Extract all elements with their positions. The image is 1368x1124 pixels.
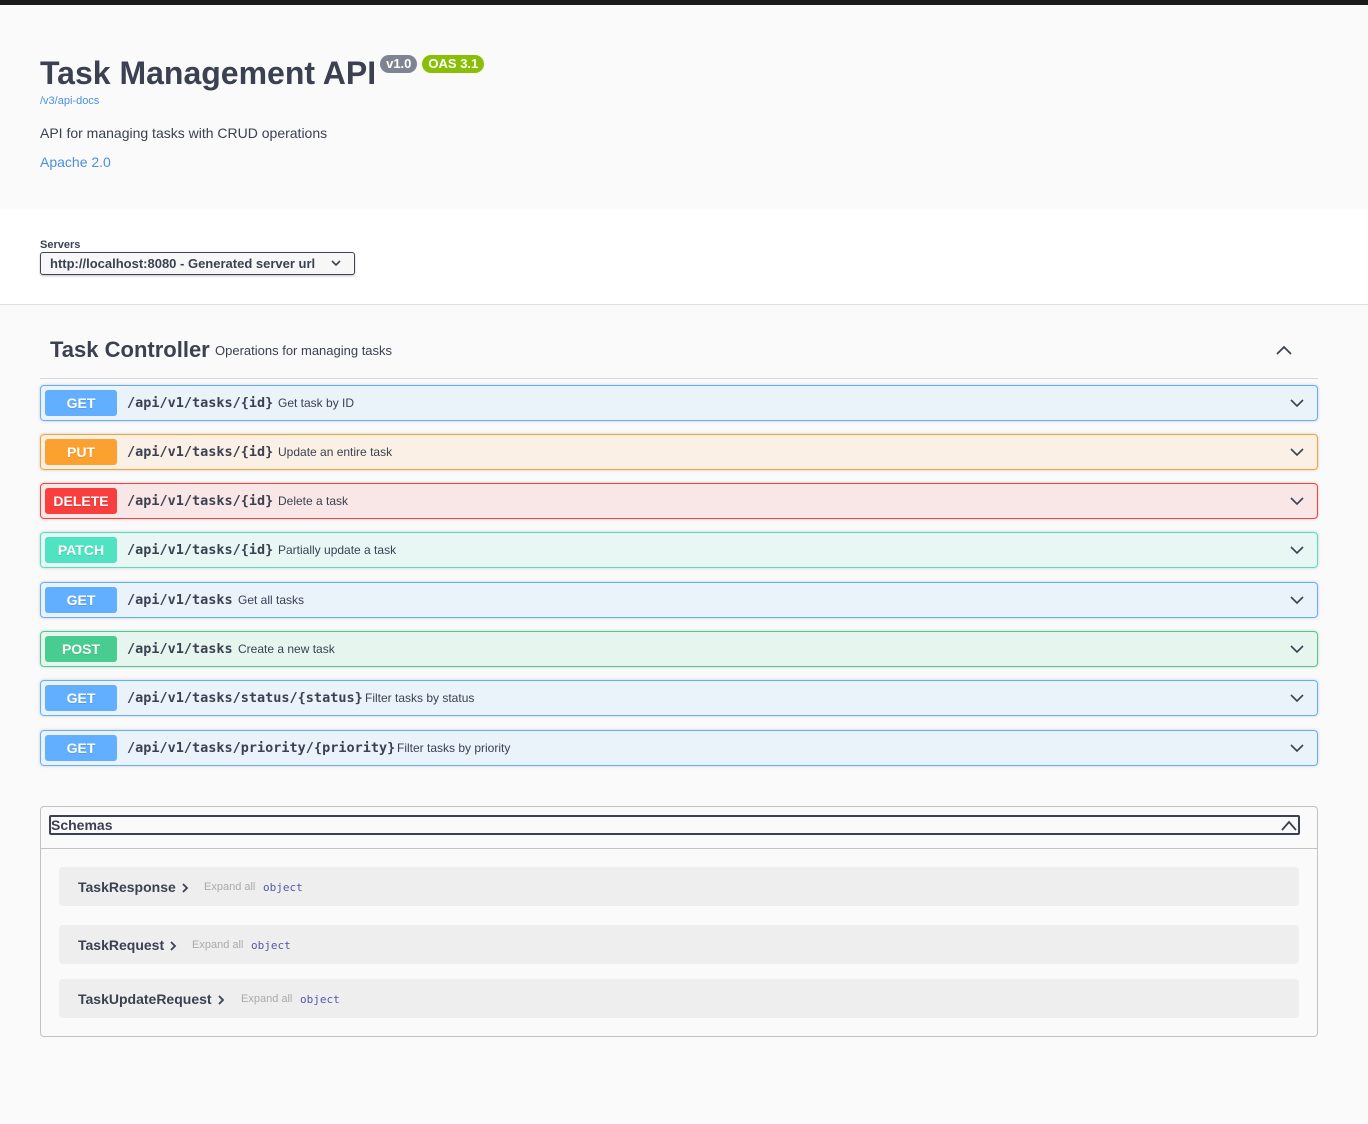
chevron-down-icon[interactable] (1289, 641, 1305, 657)
method-badge: GET (45, 735, 117, 761)
operation-summary: Partially update a task (278, 543, 397, 557)
title-row: Task Management API v1.0 OAS 3.1 (40, 51, 485, 95)
version-badge: v1.0 (380, 55, 418, 73)
servers-section: Servers http://localhost:8080 - Generate… (0, 209, 1368, 305)
operation-delete-task[interactable]: DELETE /api/v1/tasks/{id} Delete a task (40, 483, 1318, 519)
model-type: object (251, 939, 291, 952)
controller-description: Operations for managing tasks (215, 343, 393, 358)
operation-patch-task[interactable]: PATCH /api/v1/tasks/{id} Partially updat… (40, 532, 1318, 568)
license-link[interactable]: Apache 2.0 (40, 154, 111, 170)
page-title: Task Management API (40, 55, 377, 91)
controller-name: Task Controller (50, 337, 210, 362)
operation-post-task[interactable]: POST /api/v1/tasks Create a new task (40, 631, 1318, 667)
schemas-divider (41, 848, 1317, 849)
servers-label: Servers (40, 239, 81, 251)
chevron-right-icon (182, 883, 189, 893)
operation-summary: Filter tasks by priority (397, 741, 511, 755)
method-badge: GET (45, 685, 117, 711)
api-docs-link[interactable]: /v3/api-docs (40, 95, 99, 107)
servers-select[interactable]: http://localhost:8080 - Generated server… (40, 252, 355, 275)
model-name: TaskRequest (78, 937, 178, 953)
model-type: object (263, 881, 303, 894)
api-description: API for managing tasks with CRUD operati… (40, 125, 328, 141)
chevron-down-icon[interactable] (1289, 740, 1305, 756)
operation-summary: Get task by ID (278, 396, 355, 410)
operation-get-all-tasks[interactable]: GET /api/v1/tasks Get all tasks (40, 582, 1318, 618)
method-badge: POST (45, 636, 117, 662)
operation-summary: Get all tasks (238, 593, 305, 607)
operation-path: /api/v1/tasks/status/{status} (127, 690, 363, 706)
expand-all-link[interactable]: Expand all (204, 881, 255, 893)
operation-summary: Delete a task (278, 494, 349, 508)
operation-summary: Filter tasks by status (365, 691, 475, 705)
chevron-down-icon[interactable] (1289, 690, 1305, 706)
operation-get-task-by-id[interactable]: GET /api/v1/tasks/{id} Get task by ID (40, 385, 1318, 421)
model-name: TaskUpdateRequest (78, 991, 226, 1007)
chevron-down-icon[interactable] (1289, 395, 1305, 411)
operation-put-task[interactable]: PUT /api/v1/tasks/{id} Update an entire … (40, 434, 1318, 470)
chevron-up-icon (1281, 820, 1297, 831)
servers-selected-value: http://localhost:8080 - Generated server… (50, 256, 316, 271)
schemas-title: Schemas (51, 817, 113, 833)
operation-path: /api/v1/tasks (127, 641, 233, 657)
operation-filter-by-status[interactable]: GET /api/v1/tasks/status/{status} Filter… (40, 680, 1318, 716)
chevron-down-icon (331, 260, 341, 267)
model-name: TaskResponse (78, 879, 190, 895)
operation-path: /api/v1/tasks/{id} (127, 395, 274, 411)
chevron-down-icon[interactable] (1289, 592, 1305, 608)
operation-filter-by-priority[interactable]: GET /api/v1/tasks/priority/{priority} Fi… (40, 730, 1318, 766)
schemas-header-button[interactable]: Schemas (49, 815, 1300, 835)
method-badge: DELETE (45, 488, 117, 514)
operation-path: /api/v1/tasks/{id} (127, 493, 274, 509)
model-type: object (300, 993, 340, 1006)
chevron-right-icon (170, 941, 177, 951)
operation-path: /api/v1/tasks/{id} (127, 542, 274, 558)
chevron-down-icon[interactable] (1289, 444, 1305, 460)
chevron-down-icon[interactable] (1289, 542, 1305, 558)
operation-summary: Update an entire task (278, 445, 393, 459)
expand-all-link[interactable]: Expand all (192, 939, 243, 951)
operation-path: /api/v1/tasks/priority/{priority} (127, 740, 396, 756)
info-section: Task Management API v1.0 OAS 3.1 /v3/api… (0, 5, 1368, 209)
model-task-update-request[interactable]: TaskUpdateRequest Expand all object (59, 979, 1299, 1018)
chevron-up-icon[interactable] (1274, 340, 1294, 360)
chevron-right-icon (217, 995, 224, 1005)
schemas-section: Schemas TaskResponse Expand all object T… (40, 806, 1318, 1037)
oas-badge: OAS 3.1 (422, 55, 485, 73)
model-task-response[interactable]: TaskResponse Expand all object (59, 867, 1299, 906)
method-badge: GET (45, 587, 117, 613)
expand-all-link[interactable]: Expand all (241, 993, 292, 1005)
operation-summary: Create a new task (238, 642, 335, 656)
operation-path: /api/v1/tasks (127, 592, 233, 608)
chevron-down-icon[interactable] (1289, 493, 1305, 509)
method-badge: PATCH (45, 537, 117, 563)
controller-header[interactable]: Task Controller Operations for managing … (40, 330, 1318, 379)
method-badge: PUT (45, 439, 117, 465)
method-badge: GET (45, 390, 117, 416)
operation-path: /api/v1/tasks/{id} (127, 444, 274, 460)
model-task-request[interactable]: TaskRequest Expand all object (59, 925, 1299, 964)
